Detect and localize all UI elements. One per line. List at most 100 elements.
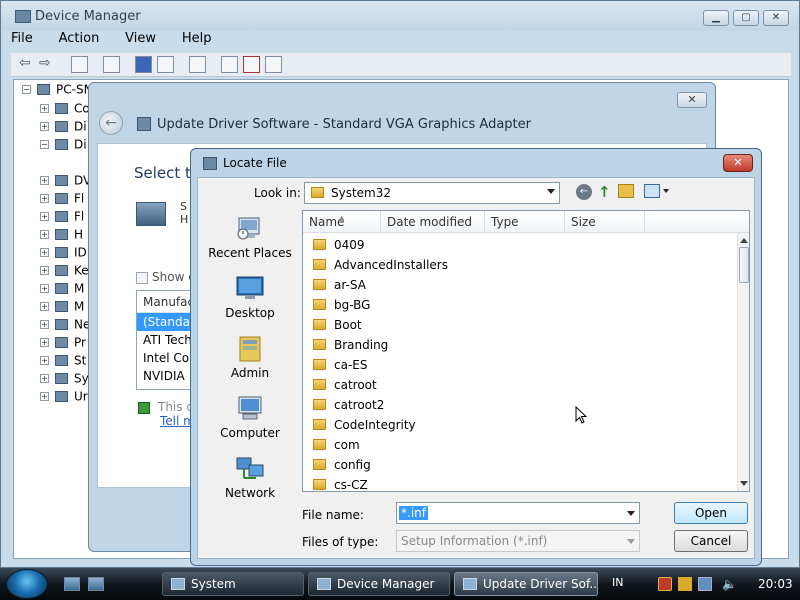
tree-item[interactable]: − Di [40,137,87,155]
tree-item[interactable]: + ID [40,245,87,263]
properties-icon[interactable] [71,56,88,73]
tree-item[interactable]: + Co [40,101,90,119]
column-type[interactable]: Type [485,211,565,233]
task-device-manager[interactable]: Device Manager [308,572,450,596]
volume-muted-icon[interactable]: 🔈 [722,577,737,591]
disable-icon[interactable] [265,56,282,73]
show-desktop-icon[interactable] [64,577,80,591]
list-item[interactable]: com [303,435,737,455]
view-menu-icon[interactable] [644,184,660,198]
list-icon[interactable] [157,56,174,73]
tree-item[interactable]: + Pr [40,335,86,353]
expand-icon[interactable]: + [40,248,49,257]
tree-item[interactable]: + H [40,227,83,245]
tree-item[interactable]: + Ke [40,263,89,281]
scan-hardware-icon[interactable] [189,56,206,73]
file-list[interactable]: ▲ Name Date modified Type Size 0409 Advan… [302,210,750,492]
tree-item[interactable]: + Ur [40,389,88,407]
expand-icon[interactable]: + [40,176,49,185]
look-in-dropdown[interactable]: System32 [304,182,560,204]
column-size[interactable]: Size [565,211,645,233]
tree-item[interactable]: + Fl [40,191,84,209]
open-button[interactable]: Open [674,502,748,524]
chevron-down-icon[interactable] [627,511,635,516]
menu-file[interactable]: File [11,31,33,46]
list-item[interactable]: CodeIntegrity [303,415,737,435]
new-folder-icon[interactable] [618,184,634,198]
expand-icon[interactable]: + [40,338,49,347]
tray-folder-icon[interactable] [678,577,692,591]
checkbox-icon[interactable] [136,271,148,284]
expand-icon[interactable]: + [40,302,49,311]
expand-icon[interactable]: + [40,230,49,239]
update-driver-icon[interactable] [221,56,238,73]
task-system[interactable]: System [162,572,304,596]
tree-item[interactable]: + Ne [40,317,90,335]
list-item[interactable]: ca-ES [303,355,737,375]
show-compatible-checkbox[interactable]: Show c [136,270,195,284]
tree-item[interactable]: + St [40,353,86,371]
locate-file-close-button[interactable]: ✕ [723,154,753,172]
clock[interactable]: 20:03 [758,577,793,591]
forward-arrow-icon[interactable]: ⇨ [39,56,56,73]
expand-icon[interactable]: + [40,104,49,113]
expand-icon[interactable]: + [40,284,49,293]
chevron-down-icon[interactable] [663,189,669,193]
list-item[interactable]: Branding [303,335,737,355]
list-item[interactable]: catroot2 [303,395,737,415]
switch-windows-icon[interactable] [88,577,104,591]
list-item[interactable]: AdvancedInstallers [303,255,737,275]
expand-icon[interactable]: + [40,374,49,383]
network-status-icon[interactable] [698,577,712,591]
expand-icon[interactable]: + [40,392,49,401]
place-computer[interactable]: Computer [200,394,300,440]
tree-item[interactable]: + M [40,299,84,317]
tree-item[interactable]: + Sy [40,371,89,389]
minimize-button[interactable]: ▁ [703,10,729,26]
scroll-up-icon[interactable] [740,238,748,243]
maximize-button[interactable]: ▢ [733,10,759,26]
list-item[interactable]: bg-BG [303,295,737,315]
vertical-scrollbar[interactable] [737,233,749,491]
tree-root[interactable]: − PC-SN [22,82,93,100]
uninstall-icon[interactable] [243,56,260,73]
menu-action[interactable]: Action [59,31,100,46]
back-arrow-icon[interactable]: ⇦ [19,56,36,73]
tree-item[interactable]: + Fl [40,209,84,227]
up-folder-icon[interactable]: ↑ [598,184,612,200]
expand-icon[interactable]: + [40,194,49,203]
list-item[interactable]: config [303,455,737,475]
tree-item[interactable]: + Di [40,119,87,137]
list-item[interactable]: 0409 [303,235,737,255]
expand-icon[interactable]: + [40,122,49,131]
column-name[interactable]: ▲ Name [303,211,381,233]
help-icon[interactable] [135,56,152,73]
place-network[interactable]: Network [200,454,300,500]
cancel-button[interactable]: Cancel [674,530,748,552]
list-item[interactable]: catroot [303,375,737,395]
column-date-modified[interactable]: Date modified [381,211,485,233]
language-indicator[interactable]: IN [612,576,623,589]
expand-icon[interactable]: + [40,266,49,275]
expand-icon[interactable]: + [40,356,49,365]
collapse-icon[interactable]: − [40,140,49,149]
chevron-down-icon[interactable] [547,189,555,194]
expand-icon[interactable]: + [40,212,49,221]
start-button[interactable] [6,569,48,599]
task-update-driver[interactable]: Update Driver Sof... [454,572,598,596]
update-driver-close-button[interactable]: ✕ [677,92,707,108]
view-icon[interactable] [103,56,120,73]
list-item[interactable]: cs-CZ [303,475,737,491]
menu-help[interactable]: Help [182,31,212,46]
list-item[interactable]: ar-SA [303,275,737,295]
place-admin[interactable]: Admin [200,334,300,380]
file-name-input[interactable]: *.inf [396,502,640,524]
list-item[interactable]: Boot [303,315,737,335]
scroll-thumb[interactable] [739,247,749,283]
scroll-down-icon[interactable] [740,481,748,486]
device-manager-titlebar[interactable]: Device Manager ▁ ▢ ✕ [1,1,799,31]
expand-icon[interactable]: + [40,320,49,329]
back-icon[interactable]: ← [576,184,592,200]
back-button[interactable]: ← [99,111,123,135]
menu-view[interactable]: View [125,31,156,46]
